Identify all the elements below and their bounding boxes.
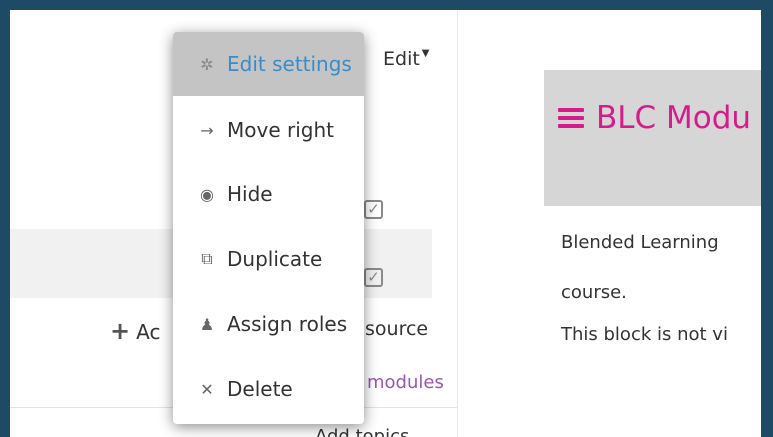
menu-item-duplicate[interactable]: ⧉ Duplicate xyxy=(173,227,364,291)
hamburger-icon[interactable] xyxy=(558,104,584,132)
block-header: BLC Modu xyxy=(544,70,761,206)
menu-item-move-right[interactable]: → Move right xyxy=(173,98,364,162)
completion-checkbox[interactable]: ✓ xyxy=(364,200,383,219)
add-topics-link[interactable]: Add topics xyxy=(315,426,409,437)
add-resource-label[interactable]: source xyxy=(365,318,428,340)
course-page: Edit ▼ ✓ ✓ + Ac source modules Add topics … xyxy=(10,10,761,437)
arrow-right-icon: → xyxy=(200,120,214,140)
add-activity-link[interactable]: + Ac xyxy=(110,317,160,345)
edit-dropdown-menu: ✲ Edit settings → Move right ◉ Hide ⧉ Du… xyxy=(173,32,364,424)
block-text-line: course. xyxy=(561,282,627,303)
assign-roles-icon: ♟ xyxy=(199,314,215,334)
eye-icon: ◉ xyxy=(200,184,214,204)
menu-item-label: Edit settings xyxy=(227,52,352,76)
plus-icon: + xyxy=(110,317,131,345)
menu-item-label: Duplicate xyxy=(227,247,323,271)
menu-item-label: Assign roles xyxy=(227,312,348,336)
block-title: BLC Modu xyxy=(558,100,751,136)
gear-icon: ✲ xyxy=(200,54,214,74)
menu-item-label: Delete xyxy=(227,377,293,401)
menu-item-delete[interactable]: ✕ Delete xyxy=(173,357,364,421)
block-text-line: Blended Learning xyxy=(561,232,719,253)
menu-item-hide[interactable]: ◉ Hide xyxy=(173,162,364,226)
add-topics-label: Add topics xyxy=(315,426,410,437)
modules-link[interactable]: modules xyxy=(367,372,444,393)
completion-checkbox[interactable]: ✓ xyxy=(364,268,383,287)
caret-down-icon: ▼ xyxy=(421,48,430,59)
edit-label: Edit xyxy=(383,48,420,70)
close-icon: ✕ xyxy=(200,379,214,399)
edit-menu-toggle[interactable]: Edit ▼ xyxy=(383,48,430,70)
menu-item-edit-settings[interactable]: ✲ Edit settings xyxy=(173,32,364,96)
column-divider xyxy=(457,10,458,437)
add-activity-label: Ac xyxy=(136,320,161,344)
menu-item-label: Move right xyxy=(227,118,334,142)
block-title-text: BLC Modu xyxy=(596,100,752,136)
block-text-line: This block is not vi xyxy=(561,324,728,345)
duplicate-icon: ⧉ xyxy=(201,249,213,268)
menu-item-label: Hide xyxy=(227,182,273,206)
menu-item-assign-roles[interactable]: ♟ Assign roles xyxy=(173,292,364,356)
